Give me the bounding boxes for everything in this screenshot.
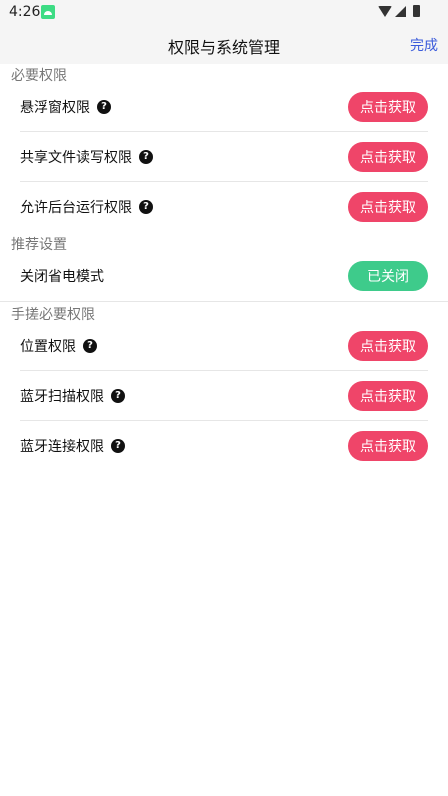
permission-label: 位置权限 [20, 339, 76, 355]
power-saving-status-button[interactable]: 已关闭 [348, 261, 428, 291]
grant-location-button[interactable]: 点击获取 [348, 331, 428, 361]
permission-label: 悬浮窗权限 [20, 100, 90, 116]
grant-bt-connect-button[interactable]: 点击获取 [348, 431, 428, 461]
question-circle-icon[interactable]: ? [111, 389, 125, 403]
android-notification-icon [41, 5, 55, 19]
question-circle-icon[interactable]: ? [139, 200, 153, 214]
permission-label: 允许后台运行权限 [20, 200, 132, 216]
grant-overlay-button[interactable]: 点击获取 [348, 92, 428, 122]
signal-icon [395, 5, 406, 17]
question-circle-icon[interactable]: ? [111, 439, 125, 453]
wifi-icon [378, 5, 392, 17]
question-circle-icon[interactable]: ? [139, 150, 153, 164]
status-time: 4:26 [9, 4, 41, 20]
grant-storage-button[interactable]: 点击获取 [348, 142, 428, 172]
permission-row-bt-scan: 蓝牙扫描权限? 点击获取 [20, 371, 428, 421]
permission-row-background: 允许后台运行权限? 点击获取 [20, 182, 428, 232]
permission-label: 蓝牙扫描权限 [20, 389, 104, 405]
grant-bt-scan-button[interactable]: 点击获取 [348, 381, 428, 411]
setting-label: 关闭省电模式 [20, 269, 104, 285]
page-title: 权限与系统管理 [167, 38, 280, 57]
battery-icon [413, 5, 420, 17]
question-circle-icon[interactable]: ? [97, 100, 111, 114]
done-button[interactable]: 完成 [410, 35, 438, 55]
setting-row-power-saving: 关闭省电模式 已关闭 [20, 251, 428, 301]
permission-label: 共享文件读写权限 [20, 150, 132, 166]
permission-row-bt-connect: 蓝牙连接权限? 点击获取 [20, 421, 428, 471]
permission-row-overlay: 悬浮窗权限? 点击获取 [20, 82, 428, 132]
section-divider [0, 301, 448, 302]
app-header: 权限与系统管理 完成 [0, 26, 448, 64]
permission-row-storage: 共享文件读写权限? 点击获取 [20, 132, 428, 182]
question-circle-icon[interactable]: ? [83, 339, 97, 353]
grant-background-button[interactable]: 点击获取 [348, 192, 428, 222]
status-icons [378, 5, 420, 17]
permission-label: 蓝牙连接权限 [20, 439, 104, 455]
status-bar: 4:26 [0, 0, 448, 26]
permission-row-location: 位置权限? 点击获取 [20, 321, 428, 371]
